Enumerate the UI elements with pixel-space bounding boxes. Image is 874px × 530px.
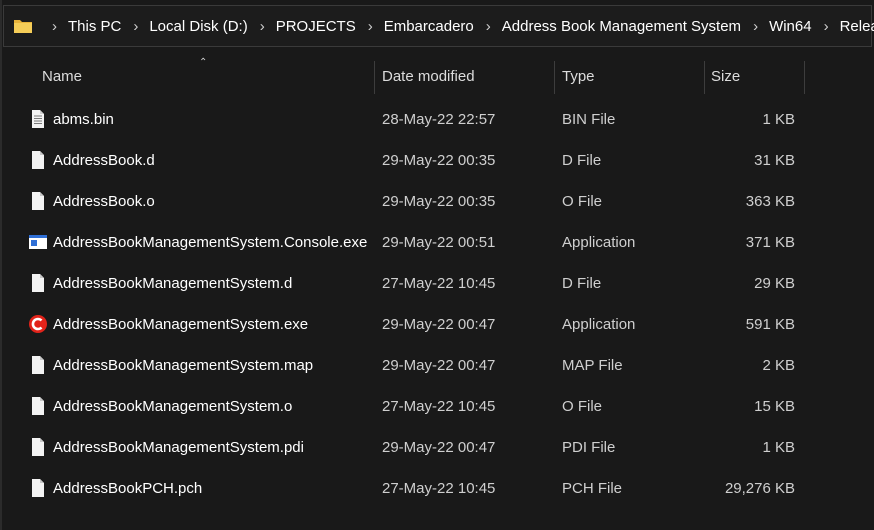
folder-icon xyxy=(12,15,34,37)
file-row[interactable]: AddressBookManagementSystem.map 29-May-22… xyxy=(0,345,874,386)
column-name-header[interactable]: Name xyxy=(42,57,82,95)
file-name: AddressBook.o xyxy=(53,193,155,210)
file-size: 15 KB xyxy=(754,398,795,415)
column-size-header[interactable]: Size xyxy=(711,57,740,95)
chevron-right-icon[interactable]: › xyxy=(368,18,373,35)
file-row[interactable]: AddressBook.d 29-May-22 00:35 D File 31 KB xyxy=(0,140,874,181)
file-row[interactable]: AddressBookManagementSystem.Console.exe 2… xyxy=(0,222,874,263)
column-header: ⌃ Name Date modified Type Size xyxy=(0,57,874,97)
breadcrumb-item[interactable]: Embarcadero xyxy=(384,18,474,35)
file-row[interactable]: AddressBook.o 29-May-22 00:35 O File 363 KB xyxy=(0,181,874,222)
file-size: 31 KB xyxy=(754,152,795,169)
file-size: 29 KB xyxy=(754,275,795,292)
file-type: Application xyxy=(562,316,636,333)
blank-file-icon xyxy=(28,437,48,457)
file-name: AddressBook.d xyxy=(53,152,155,169)
file-size: 29,276 KB xyxy=(724,480,795,497)
address-bar[interactable]: › This PC › Local Disk (D:) › PROJECTS › Embarc… xyxy=(3,5,874,47)
file-date-modified: 29-May-22 00:47 xyxy=(382,439,496,456)
chevron-right-icon[interactable]: › xyxy=(52,18,57,35)
file-size: 591 KB xyxy=(745,316,795,333)
chevron-right-icon[interactable]: › xyxy=(486,18,491,35)
file-type: D File xyxy=(562,152,602,169)
breadcrumb-item[interactable]: Win64 xyxy=(769,18,812,35)
file-size: 371 KB xyxy=(745,234,795,251)
file-row[interactable]: AddressBookPCH.pch 27-May-22 10:45 PCH Fil… xyxy=(0,468,874,509)
file-date-modified: 29-May-22 00:35 xyxy=(382,152,496,169)
file-row[interactable]: abms.bin 28-May-22 22:57 BIN File 1 KB xyxy=(0,99,874,140)
file-name: AddressBookManagementSystem.pdi xyxy=(53,439,304,456)
file-name: AddressBookManagementSystem.exe xyxy=(53,316,309,333)
file-date-modified: 29-May-22 00:47 xyxy=(382,357,496,374)
blank-file-icon xyxy=(28,396,48,416)
file-type: O File xyxy=(562,398,603,415)
console-app-icon xyxy=(28,232,48,252)
column-type-header[interactable]: Type xyxy=(562,57,595,95)
file-date-modified: 27-May-22 10:45 xyxy=(382,398,496,415)
text-file-icon xyxy=(28,109,48,129)
file-date-modified: 29-May-22 00:35 xyxy=(382,193,496,210)
cbuilder-app-icon xyxy=(28,314,48,334)
sort-up-icon: ⌃ xyxy=(199,57,208,68)
file-size: 363 KB xyxy=(745,193,795,210)
blank-file-icon xyxy=(28,273,48,293)
file-name: AddressBookManagementSystem.d xyxy=(53,275,293,292)
chevron-right-icon[interactable]: › xyxy=(260,18,265,35)
file-row[interactable]: AddressBookManagementSystem.d 27-May-22 1… xyxy=(0,263,874,304)
chevron-right-icon[interactable]: › xyxy=(824,18,829,35)
file-type: MAP File xyxy=(562,357,623,374)
breadcrumb-item[interactable]: Address Book Management System xyxy=(502,18,741,35)
file-type: PDI File xyxy=(562,439,616,456)
file-date-modified: 29-May-22 00:47 xyxy=(382,316,496,333)
file-row[interactable]: AddressBookManagementSystem.pdi 29-May-22… xyxy=(0,427,874,468)
column-divider[interactable] xyxy=(804,61,805,94)
breadcrumb-item[interactable]: Local Disk (D:) xyxy=(149,18,247,35)
file-date-modified: 29-May-22 00:51 xyxy=(382,234,496,251)
file-row[interactable]: AddressBookManagementSystem.exe 29-May-22… xyxy=(0,304,874,345)
column-divider[interactable] xyxy=(554,61,555,94)
file-name: AddressBookPCH.pch xyxy=(53,480,203,497)
chevron-right-icon[interactable]: › xyxy=(753,18,758,35)
file-name: abms.bin xyxy=(53,111,114,128)
breadcrumb-item[interactable]: This PC xyxy=(68,18,121,35)
column-date-header[interactable]: Date modified xyxy=(382,57,475,95)
chevron-right-icon[interactable]: › xyxy=(133,18,138,35)
blank-file-icon xyxy=(28,355,48,375)
file-size: 2 KB xyxy=(762,357,795,374)
file-row[interactable]: AddressBookManagementSystem.o 27-May-22 1… xyxy=(0,386,874,427)
file-type: PCH File xyxy=(562,480,623,497)
blank-file-icon xyxy=(28,150,48,170)
file-type: O File xyxy=(562,193,603,210)
column-divider[interactable] xyxy=(704,61,705,94)
file-type: Application xyxy=(562,234,636,251)
file-type: BIN File xyxy=(562,111,616,128)
breadcrumb-item[interactable]: PROJECTS xyxy=(276,18,356,35)
file-size: 1 KB xyxy=(762,439,795,456)
column-divider[interactable] xyxy=(374,61,375,94)
blank-file-icon xyxy=(28,191,48,211)
file-type: D File xyxy=(562,275,602,292)
breadcrumb-item[interactable]: Release xyxy=(840,18,874,35)
file-size: 1 KB xyxy=(762,111,795,128)
file-date-modified: 27-May-22 10:45 xyxy=(382,275,496,292)
file-name: AddressBookManagementSystem.Console.exe xyxy=(53,234,368,251)
blank-file-icon xyxy=(28,478,48,498)
file-name: AddressBookManagementSystem.map xyxy=(53,357,314,374)
file-name: AddressBookManagementSystem.o xyxy=(53,398,293,415)
file-date-modified: 28-May-22 22:57 xyxy=(382,111,496,128)
file-date-modified: 27-May-22 10:45 xyxy=(382,480,496,497)
